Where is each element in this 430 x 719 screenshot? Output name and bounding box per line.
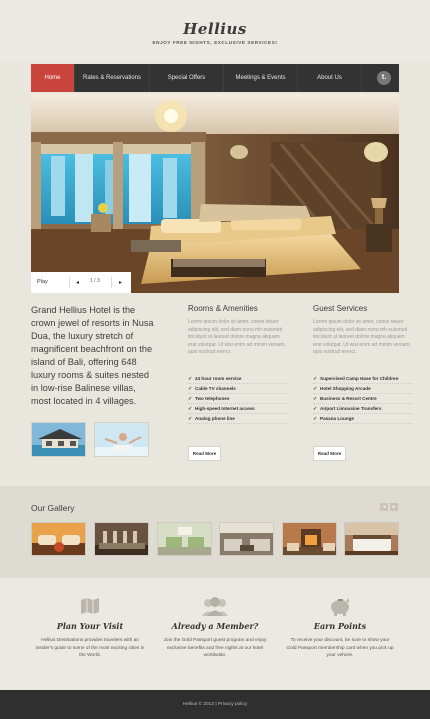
nav-item-rates-reservations[interactable]: Rates & Reservations [75, 64, 150, 92]
divider [111, 277, 112, 288]
list-item: Analog phone line [188, 414, 288, 424]
feature-earn-points: Earn Points To receive your discount, be… [285, 596, 395, 660]
gallery-item[interactable] [157, 522, 212, 556]
divider [69, 277, 70, 288]
logo[interactable]: Hellius [0, 20, 430, 38]
next-slide-icon[interactable]: ▸ [119, 279, 122, 286]
feature-text: Hellius Destinations provides travelers … [35, 638, 145, 658]
spa-thumbnail[interactable] [94, 422, 149, 457]
list-item: Two telephones [188, 394, 288, 404]
header: Hellius ENJOY FREE NIGHTS, EXCLUSIVE SER… [0, 0, 430, 62]
gallery-item[interactable] [31, 522, 86, 556]
list-item: Pasana Lounge [313, 414, 413, 424]
list-item: High-speed Internet access [188, 404, 288, 414]
amenities-list: 24 hour room service Cable TV channels T… [188, 374, 288, 424]
section-text: Lorem ipsum dolor sit amet, conse tetuer… [313, 319, 411, 355]
guest-services-section: Guest Services Lorem ipsum dolor sit ame… [313, 304, 413, 424]
tagline: ENJOY FREE NIGHTS, EXCLUSIVE SERVICES! [152, 40, 278, 45]
hero-slider [31, 94, 399, 293]
list-item: Airport Limousine Transfers [313, 404, 413, 414]
nav-item-about-us[interactable]: About Us [298, 64, 362, 92]
list-item: Hotel Shopping Arcade [313, 384, 413, 394]
feature-text: Join the Gold Passport guest program and… [163, 638, 267, 658]
feature-title[interactable]: Earn Points [285, 621, 395, 631]
section-title: Guest Services [313, 304, 368, 313]
members-icon [200, 596, 230, 616]
villa-thumbnail[interactable] [31, 422, 86, 457]
list-item: Business & Resort Centre [313, 394, 413, 404]
footer-text[interactable]: Hellius © 2012 | Privacy policy [0, 702, 430, 707]
services-list: Supervised Camp Hase for Children Hotel … [313, 374, 413, 424]
feature-title[interactable]: Plan Your Visit [35, 621, 145, 631]
nav-item-special-offers[interactable]: Special Offers [150, 64, 224, 92]
feature-member: Already a Member? Join the Gold Passport… [160, 596, 270, 660]
social-icon[interactable]: t. [377, 71, 391, 85]
nav-item-meetings-events[interactable]: Meetings & Events [224, 64, 298, 92]
rooms-read-more-button[interactable]: Read More [188, 446, 221, 461]
list-item: Cable TV channels [188, 384, 288, 394]
footer: Hellius © 2012 | Privacy policy [0, 690, 430, 719]
section-title: Rooms & Amenities [188, 304, 258, 313]
main-nav: Home Rates & Reservations Special Offers… [31, 64, 399, 92]
gallery-item[interactable] [344, 522, 399, 556]
gallery-item[interactable] [282, 522, 337, 556]
nav-item-home[interactable]: Home [31, 64, 75, 92]
rooms-amenities-section: Rooms & Amenities Lorem ipsum dolor sit … [188, 304, 288, 424]
list-item: Supervised Camp Hase for Children [313, 374, 413, 384]
prev-slide-icon[interactable]: ◂ [76, 279, 79, 286]
feature-text: To receive your discount, be sure to sho… [286, 638, 394, 658]
play-button[interactable]: Play [37, 272, 48, 293]
hero-image [31, 94, 399, 293]
section-text: Lorem ipsum dolor sit amet, conse tetuer… [188, 319, 286, 355]
piggy-bank-icon [328, 596, 352, 616]
feature-plan-visit: Plan Your Visit Hellius Destinations pro… [35, 596, 145, 660]
list-item: 24 hour room service [188, 374, 288, 384]
feature-title[interactable]: Already a Member? [160, 621, 270, 631]
slide-counter: 1 / 3 [90, 278, 100, 284]
gallery-item[interactable] [94, 522, 149, 556]
slider-controls: Play ◂ 1 / 3 ▸ [31, 272, 131, 293]
gallery-title: Our Gallery [31, 503, 75, 513]
gallery-prev-icon[interactable]: ◂ [380, 503, 388, 511]
gallery-item[interactable] [219, 522, 274, 556]
map-icon [80, 596, 100, 616]
intro-text: Grand Hellius Hotel is the crown jewel o… [31, 305, 154, 406]
gallery-next-icon[interactable]: ▸ [390, 503, 398, 511]
guest-read-more-button[interactable]: Read More [313, 446, 346, 461]
